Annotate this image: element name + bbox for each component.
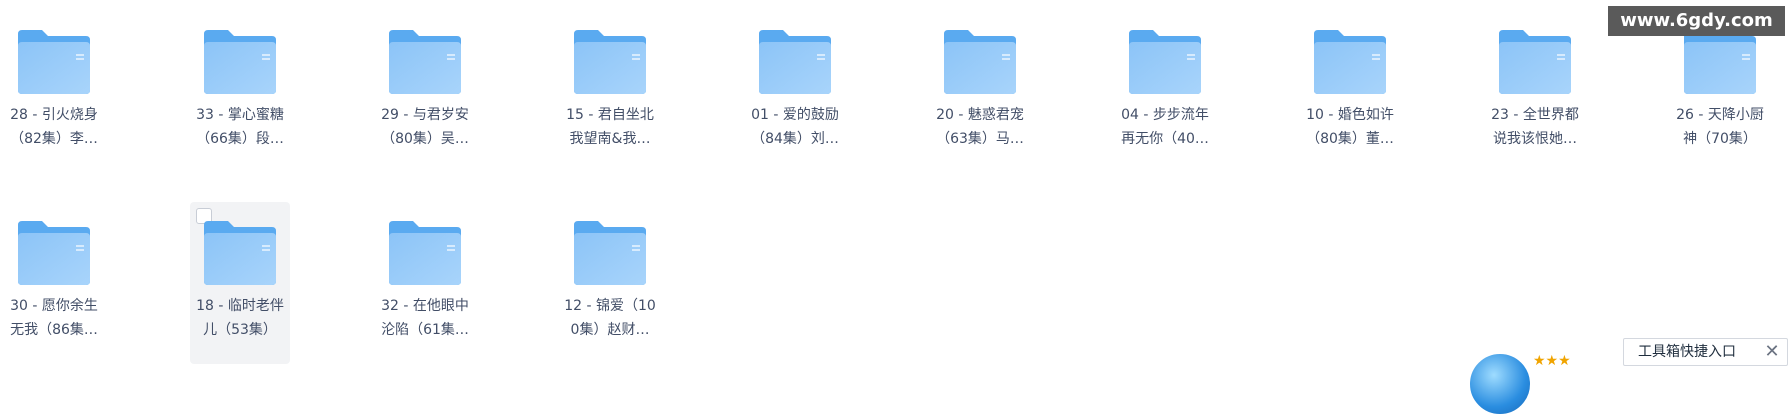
folder-name[interactable]: 20 - 魅惑君宠 （63集）马…: [925, 103, 1035, 151]
folder-icon: [202, 219, 278, 287]
folder-icon: [16, 219, 92, 287]
folder-name[interactable]: 33 - 掌心蜜糖 （66集）段…: [185, 103, 295, 151]
folder-name[interactable]: 04 - 步步流年 再无你（40…: [1110, 103, 1220, 151]
assistant-orb-icon[interactable]: [1468, 352, 1532, 416]
folder-icon: [757, 28, 833, 96]
folder-name[interactable]: 29 - 与君岁安 （80集）吴…: [370, 103, 480, 151]
folder-name[interactable]: 01 - 爱的鼓励 （84集）刘…: [740, 103, 850, 151]
folder-item[interactable]: 12 - 锦爱（10 0集）赵财…: [560, 191, 660, 353]
folder-name[interactable]: 23 - 全世界都 说我该恨她…: [1480, 103, 1590, 151]
folder-item[interactable]: 28 - 引火烧身 （82集）李…: [4, 0, 104, 162]
folder-item[interactable]: 15 - 君自坐北 我望南&我…: [560, 0, 660, 162]
folder-item[interactable]: 33 - 掌心蜜糖 （66集）段…: [190, 0, 290, 162]
folder-item[interactable]: 23 - 全世界都 说我该恨她…: [1485, 0, 1585, 162]
file-grid: 28 - 引火烧身 （82集）李… 33 - 掌心蜜糖 （66集）段… 29 - 与…: [0, 0, 1789, 366]
folder-name[interactable]: 10 - 婚色如许 （80集）董…: [1295, 103, 1405, 151]
folder-icon: [942, 28, 1018, 96]
folder-item[interactable]: 20 - 魅惑君宠 （63集）马…: [930, 0, 1030, 162]
folder-icon: [1312, 28, 1388, 96]
folder-name[interactable]: 30 - 愿你余生 无我（86集…: [0, 294, 109, 342]
folder-icon: [387, 28, 463, 96]
toolbox-label: 工具箱快捷入口: [1638, 344, 1736, 360]
folder-item[interactable]: 01 - 爱的鼓励 （84集）刘…: [745, 0, 845, 162]
folder-item[interactable]: 18 - 临时老伴 儿（53集）: [190, 202, 290, 364]
folder-icon: [16, 28, 92, 96]
folder-icon: [387, 219, 463, 287]
folder-icon: [572, 28, 648, 96]
folder-name[interactable]: 32 - 在他眼中 沦陷（61集…: [370, 294, 480, 342]
folder-item[interactable]: 30 - 愿你余生 无我（86集…: [4, 191, 104, 353]
watermark: www.6gdy.com: [1608, 6, 1785, 36]
folder-name[interactable]: 12 - 锦爱（10 0集）赵财…: [555, 294, 665, 342]
folder-icon: [572, 219, 648, 287]
folder-icon: [1127, 28, 1203, 96]
folder-item[interactable]: 29 - 与君岁安 （80集）吴…: [375, 0, 475, 162]
folder-icon: [1497, 28, 1573, 96]
folder-item[interactable]: 04 - 步步流年 再无你（40…: [1115, 0, 1215, 162]
folder-name[interactable]: 28 - 引火烧身 （82集）李…: [0, 103, 109, 151]
folder-name[interactable]: 15 - 君自坐北 我望南&我…: [555, 103, 665, 151]
folder-name[interactable]: 26 - 天降小厨 神（70集）: [1665, 103, 1775, 151]
toolbox-shortcut[interactable]: 工具箱快捷入口 ✕: [1623, 338, 1788, 366]
folder-icon: [1682, 28, 1758, 96]
folder-item[interactable]: 10 - 婚色如许 （80集）董…: [1300, 0, 1400, 162]
folder-item[interactable]: 32 - 在他眼中 沦陷（61集…: [375, 191, 475, 353]
close-icon[interactable]: ✕: [1763, 339, 1781, 365]
folder-name[interactable]: 18 - 临时老伴 儿（53集）: [185, 294, 295, 342]
folder-icon: [202, 28, 278, 96]
